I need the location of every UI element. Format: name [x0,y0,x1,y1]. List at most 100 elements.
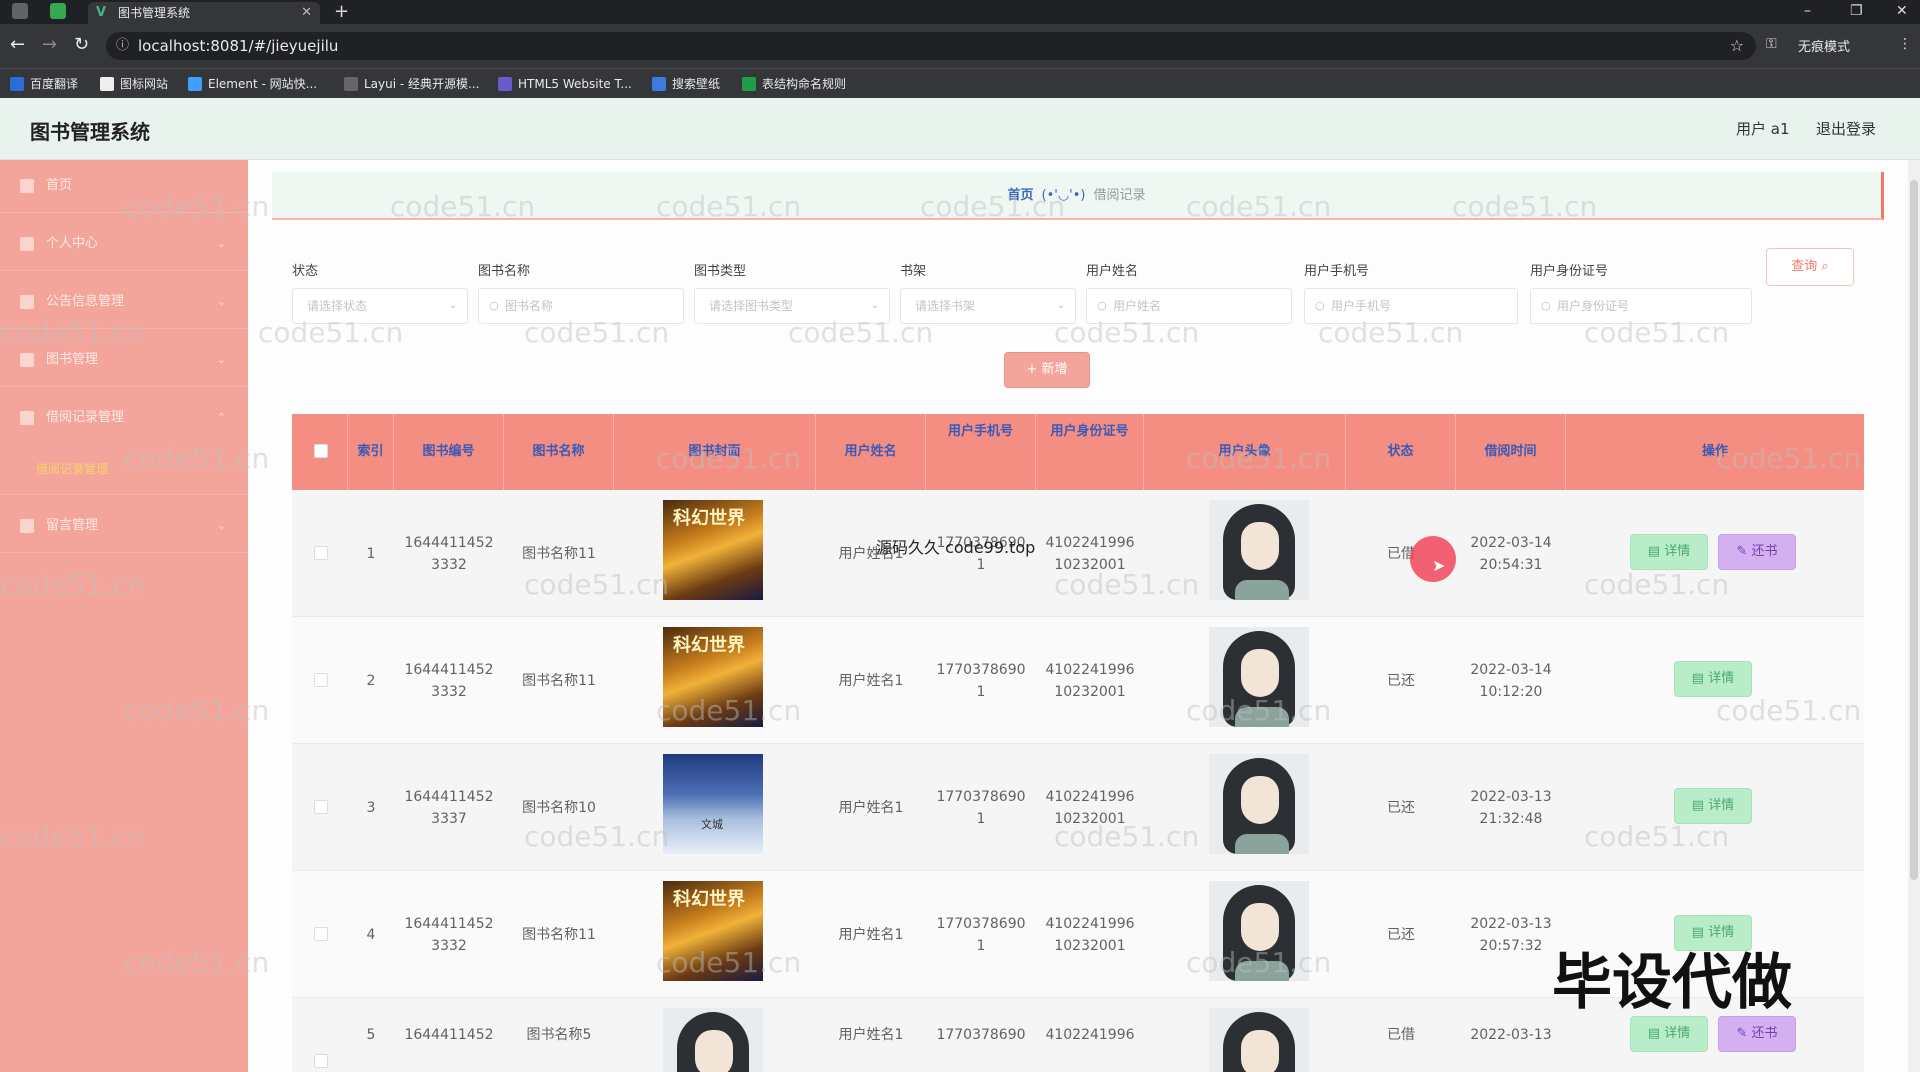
tab-title: 图书管理系统 [118,6,191,20]
cell-book-name: 图书名称11 [522,672,596,689]
column-header[interactable]: 借阅时间 [1456,414,1566,490]
bookmark-item[interactable]: Element - 网站快... [188,75,317,93]
table-icon [742,77,756,91]
book-no-line: 3337 [431,810,467,827]
sidebar-item-label: 借阅记录管理 [46,410,125,425]
cell-index: 3 [366,799,376,816]
user-id-input[interactable]: 用户身份证号 [1530,288,1752,324]
row-checkbox[interactable] [314,673,328,687]
browser-menu-icon[interactable] [12,3,28,19]
tab-close-icon[interactable]: ✕ [301,2,312,24]
cover-title: 文城 [701,818,723,831]
cell-user-name: 用户姓名1 [838,926,904,943]
divider [0,270,248,271]
layui-icon [344,77,358,91]
reload-icon[interactable]: ↻ [74,34,89,55]
breadcrumb-home[interactable]: 首页 [1007,188,1033,203]
column-header[interactable]: 图书封面 [614,414,816,490]
browser-menu-dots-icon[interactable]: ⋮ [1898,36,1912,52]
bookmark-item[interactable]: 表结构命名规则 [742,75,846,93]
bookmark-item[interactable]: Layui - 经典开源模... [344,75,479,93]
book-cover-image: 科幻世界 [663,500,763,600]
back-icon[interactable]: ← [10,34,25,55]
url-text: localhost:8081/#/jieyuejilu [138,37,339,55]
column-header[interactable]: 索引 [348,414,394,490]
minimize-button[interactable]: – [1804,0,1811,22]
new-tab-button[interactable]: + [334,0,349,24]
cell-index: 4 [366,926,376,943]
add-button[interactable]: + 新增 [1004,352,1090,388]
select-all-checkbox[interactable] [314,444,328,458]
pinned-tab-icon[interactable] [50,3,66,19]
close-window-button[interactable]: ✕ [1896,0,1908,22]
key-icon[interactable]: ⚿ [1766,36,1777,52]
bookmark-item[interactable]: HTML5 Website T... [498,75,632,93]
phone-line: 1 [976,937,986,954]
bookmark-item[interactable]: 图标网站 [100,75,168,93]
detail-button[interactable]: ▤ 详情 [1630,1016,1708,1052]
cell-book-no: 1644411452 3332 [394,617,504,744]
column-header[interactable]: 图书编号 [394,414,504,490]
query-button[interactable]: 查询 ⌕ [1766,248,1854,286]
row-checkbox[interactable] [314,1054,328,1068]
column-header[interactable]: 用户手机号 [926,414,1036,490]
flag-icon [100,77,114,91]
bookmark-label: 表结构命名规则 [762,77,847,91]
detail-button[interactable]: ▤ 详情 [1674,661,1752,697]
cell-user-name: 用户姓名1 [838,1027,904,1043]
sidebar-item-messages[interactable]: 留言管理 ⌄ [0,506,248,546]
column-header[interactable]: 图书名称 [504,414,614,490]
row-checkbox[interactable] [314,546,328,560]
scrollbar-thumb[interactable] [1910,180,1918,880]
user-icon [20,237,34,251]
return-button[interactable]: ✎ 还书 [1718,1016,1796,1052]
user-phone-input[interactable]: 用户手机号 [1304,288,1518,324]
site-info-icon[interactable]: ⓘ [116,32,129,60]
row-checkbox[interactable] [314,800,328,814]
detail-button[interactable]: ▤ 详情 [1630,534,1708,570]
date-line: 2022-03-14 [1470,534,1552,551]
book-no-line: 1644411452 [404,661,494,678]
sidebar-item-borrow-records[interactable]: 借阅记录管理 ⌃ [0,398,248,438]
url-input[interactable]: ⓘ localhost:8081/#/jieyuejilu ☆ [106,32,1756,60]
user-phone-filter-label: 用户手机号 [1304,264,1370,279]
browser-tab-active[interactable]: V 图书管理系统 ✕ [88,2,320,24]
bookmark-label: HTML5 Website T... [518,77,632,91]
restore-button[interactable]: ❐ [1850,0,1863,22]
sidebar-item-notices[interactable]: 公告信息管理 ⌄ [0,282,248,322]
sidebar-item-home[interactable]: 首页 [0,166,248,206]
logout-link[interactable]: 退出登录 [1816,118,1876,139]
status-select[interactable]: 请选择状态 ⌄ [292,288,468,324]
book-name-input[interactable]: 图书名称 [478,288,684,324]
shelf-select[interactable]: 请选择书架 ⌄ [900,288,1076,324]
phone-line: 1770378690 [936,915,1026,932]
cell-book-name: 图书名称11 [522,926,596,943]
column-header[interactable]: 状态 [1346,414,1456,490]
sidebar-item-books[interactable]: 图书管理 ⌄ [0,340,248,380]
id-line: 10232001 [1054,810,1126,827]
message-icon [20,519,34,533]
column-header[interactable]: 用户头像 [1144,414,1346,490]
sidebar-subitem-borrow-records[interactable]: 借阅记录管理 [36,460,108,477]
sidebar-item-profile[interactable]: 个人中心 ⌄ [0,224,248,264]
return-button[interactable]: ✎ 还书 [1718,534,1796,570]
table-row: 2 1644411452 3332 图书名称11 科幻世界 用户姓名1 17703… [292,617,1864,744]
user-name-filter-label: 用户姓名 [1086,264,1139,279]
user-phone-placeholder: 用户手机号 [1331,299,1392,313]
bookmark-item[interactable]: 百度翻译 [10,75,78,93]
bookmark-item[interactable]: 搜索壁纸 [652,75,720,93]
column-header[interactable]: 用户身份证号 [1036,414,1144,490]
detail-button[interactable]: ▤ 详情 [1674,788,1752,824]
wallpaper-icon [652,77,666,91]
book-cover-image [663,1008,763,1072]
forward-icon[interactable]: → [42,34,57,55]
chevron-down-icon: ⌄ [216,237,226,250]
bookmark-star-icon[interactable]: ☆ [1730,32,1744,60]
column-header[interactable]: 用户姓名 [816,414,926,490]
user-name-input[interactable]: 用户姓名 [1086,288,1292,324]
incognito-indicator[interactable]: 无痕模式 [1798,36,1850,55]
book-type-select[interactable]: 请选择图书类型 ⌄ [694,288,890,324]
book-no-line: 1644411452 [404,915,494,932]
row-checkbox[interactable] [314,927,328,941]
book-name-filter-label: 图书名称 [478,264,531,279]
